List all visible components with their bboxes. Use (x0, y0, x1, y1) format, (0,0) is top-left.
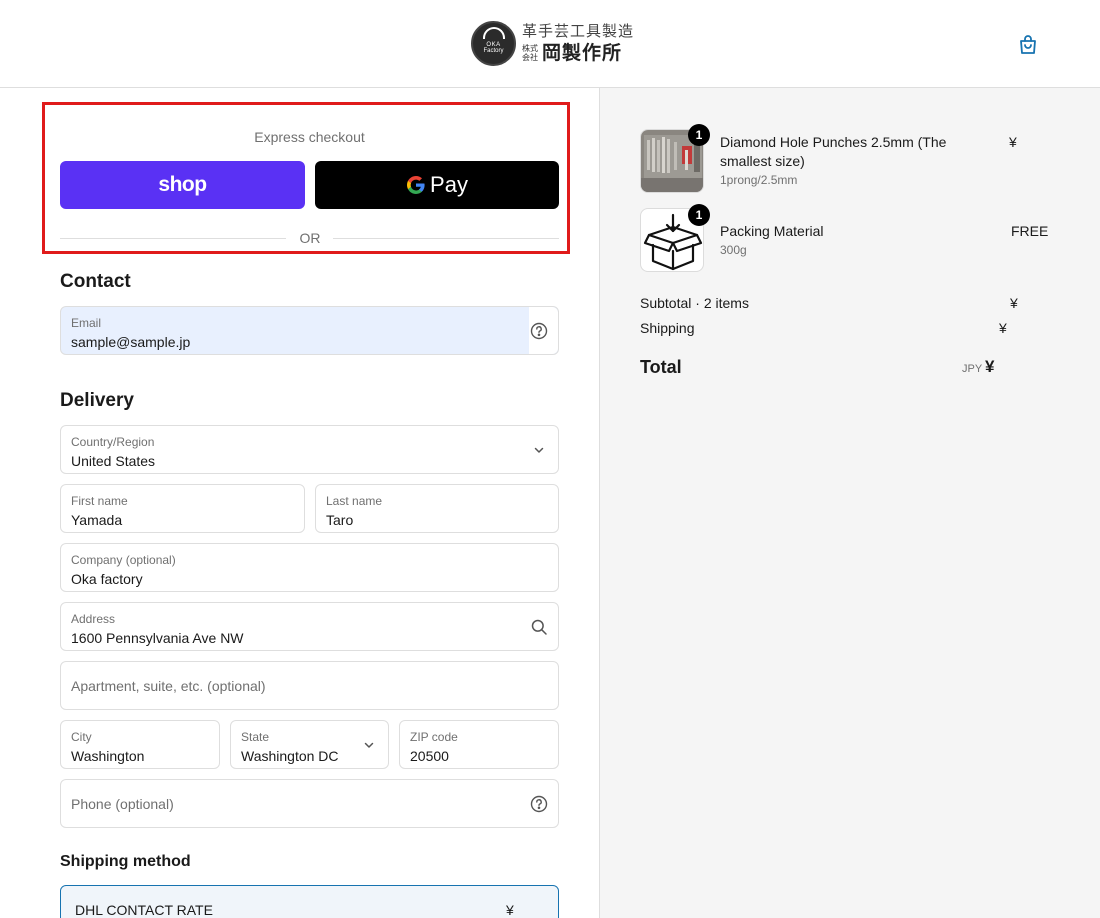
divider-left (60, 238, 286, 239)
help-circle-icon[interactable] (530, 322, 548, 340)
item-name: Diamond Hole Punches 2.5mm (The smallest… (720, 134, 947, 169)
express-checkout-title: Express checkout (254, 129, 365, 145)
total-value: ¥ (985, 357, 995, 376)
company-label: Company (optional) (71, 553, 176, 567)
google-pay-label: Pay (430, 172, 468, 197)
shop-pay-label: shop (158, 173, 207, 196)
last-name-field[interactable]: Last name Taro (315, 484, 559, 533)
total-label: Total (640, 357, 682, 377)
subtotal-value: ¥ (1010, 295, 1018, 311)
item-name: Packing Material (720, 223, 824, 239)
shipping-option-price: ¥ (506, 902, 514, 918)
state-value: Washington DC (241, 748, 339, 764)
email-value: sample@sample.jp (71, 334, 191, 350)
apartment-placeholder: Apartment, suite, etc. (optional) (71, 677, 266, 694)
help-circle-icon[interactable] (530, 795, 548, 813)
item-price: FREE (1011, 223, 1049, 239)
logo-tagline: 革手芸工具製造 (522, 22, 635, 40)
address-field[interactable]: Address 1600 Pennsylvania Ave NW (60, 602, 559, 651)
apartment-field[interactable]: Apartment, suite, etc. (optional) (60, 661, 559, 710)
shipping-option-dhl[interactable]: DHL CONTACT RATE ¥ (60, 885, 559, 918)
zip-field[interactable]: ZIP code 20500 (399, 720, 559, 769)
or-separator: OR (299, 230, 321, 246)
last-name-value: Taro (326, 512, 354, 528)
total-currency: JPY (962, 363, 983, 375)
address-value: 1600 Pennsylvania Ave NW (71, 630, 244, 646)
email-label: Email (71, 316, 102, 330)
first-name-field[interactable]: First name Yamada (60, 484, 305, 533)
chevron-down-icon (364, 742, 374, 748)
store-logo[interactable]: OKA Factory 革手芸工具製造 株式会社 岡製作所 (471, 21, 634, 66)
divider-right (333, 238, 559, 239)
first-name-value: Yamada (71, 512, 123, 528)
company-value: Oka factory (71, 571, 143, 587)
last-name-label: Last name (326, 494, 383, 508)
shipping-value: ¥ (999, 320, 1007, 336)
subtotal-label: Subtotal · 2 items (640, 295, 749, 311)
search-icon (531, 619, 547, 635)
state-select[interactable]: State Washington DC (230, 720, 389, 769)
address-label: Address (71, 612, 116, 626)
google-pay-button[interactable]: Pay (315, 161, 559, 209)
city-label: City (71, 730, 92, 744)
first-name-label: First name (71, 494, 128, 508)
city-value: Washington (71, 748, 145, 764)
chevron-down-icon (534, 447, 544, 453)
quantity-badge: 1 (688, 204, 710, 226)
phone-field[interactable]: Phone (optional) (60, 779, 559, 828)
state-label: State (241, 730, 270, 744)
site-header: OKA Factory 革手芸工具製造 株式会社 岡製作所 (0, 0, 1100, 88)
item-variant: 300g (720, 243, 747, 257)
quantity-badge: 1 (688, 124, 710, 146)
shipping-option-name: DHL CONTACT RATE (75, 902, 213, 918)
google-g-icon (407, 176, 425, 194)
shop-pay-button[interactable]: shop (60, 161, 305, 209)
delivery-heading: Delivery (60, 390, 134, 411)
logo-badge-subtext: Factory (483, 48, 504, 54)
logo-badge: OKA Factory (471, 21, 516, 66)
country-label: Country/Region (71, 435, 155, 449)
logo-company-name: 岡製作所 (542, 42, 623, 64)
city-field[interactable]: City Washington (60, 720, 220, 769)
zip-value: 20500 (410, 748, 449, 764)
contact-heading: Contact (60, 271, 131, 292)
item-variant: 1prong/2.5mm (720, 173, 798, 187)
logo-company-type: 株式会社 (522, 44, 538, 62)
shipping-method-heading: Shipping method (60, 853, 191, 870)
item-price: ¥ (1009, 134, 1017, 150)
email-field[interactable]: Email sample@sample.jp (60, 306, 559, 355)
zip-label: ZIP code (410, 730, 458, 744)
country-value: United States (71, 453, 156, 469)
company-field[interactable]: Company (optional) Oka factory (60, 543, 559, 592)
shipping-label: Shipping (640, 320, 695, 336)
phone-placeholder: Phone (optional) (71, 795, 174, 812)
shopping-bag-icon[interactable] (1016, 33, 1040, 57)
country-select[interactable]: Country/Region United States (60, 425, 559, 474)
